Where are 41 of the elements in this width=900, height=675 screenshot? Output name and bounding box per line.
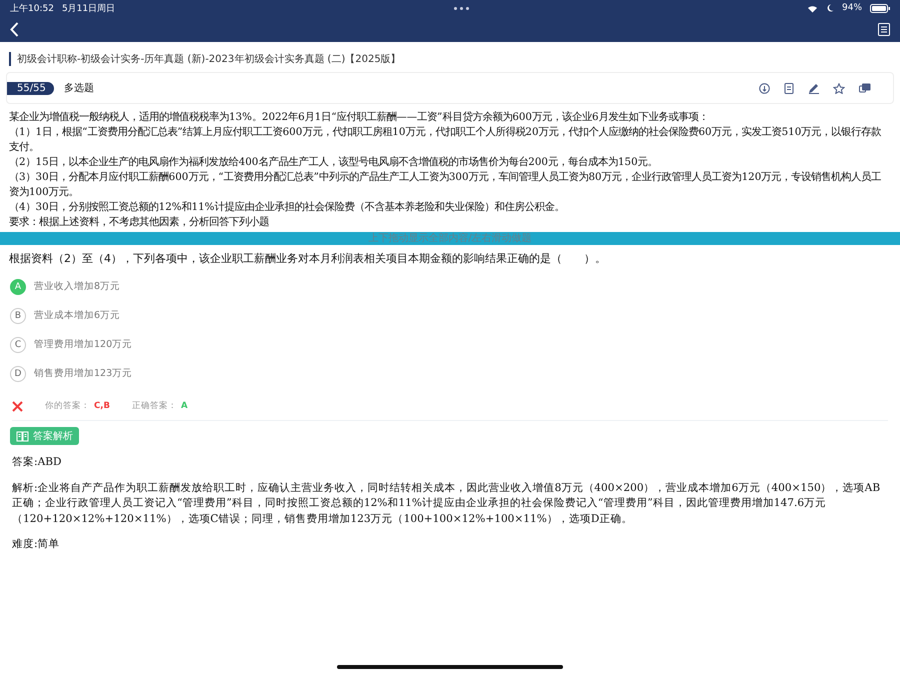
option-letter[interactable]: B (10, 308, 26, 324)
moon-icon (826, 4, 834, 12)
material-paragraph: （2）15日，以本企业生产的电风扇作为福利发放给400名产品生产工人，该型号电风扇不含增值税的市场售价为每台200元，每台成本为150元。 (9, 155, 659, 170)
material-paragraph: （1）1日，根据“工资费用分配汇总表”结算上月应付职工工资600万元，代扣职工房租10万元，代扣职工个人所得税20万元，代扣个人应缴纳的社会保险费60万元，实发工资510万元，以银行存款支付。 (9, 125, 882, 155)
option-text[interactable]: 销售费用增加123万元 (34, 367, 132, 380)
your-answer-label: 你的答案： (45, 400, 90, 412)
wifi-icon (807, 4, 818, 12)
back-icon[interactable] (10, 22, 19, 36)
material-paragraph: （4）30日，分别按照工资总额的12%和11%计提应由企业承担的社会保险费（不含基本养老险和失业保险）和住房公积金。 (9, 200, 566, 215)
correct-answer-value: A (180, 401, 188, 411)
book-icon (16, 430, 29, 442)
document-icon[interactable] (784, 82, 794, 94)
option-text[interactable]: 营业成本增加6万元 (34, 309, 120, 322)
pencil-icon[interactable] (808, 82, 819, 94)
circle-icon[interactable] (759, 82, 770, 94)
battery-icon (870, 4, 890, 12)
drag-hint-bar: 上下拖动显示全部内容/左右滑动做题 (0, 232, 900, 245)
your-answer-value: C,B (94, 401, 110, 411)
option-text[interactable]: 管理费用增加120万元 (34, 338, 132, 351)
difficulty-text: 难度:简单 (12, 537, 61, 552)
progress-badge: 55/55 (7, 82, 54, 94)
battery-percent: 94% (842, 3, 862, 13)
status-time: 上午10:52 (10, 2, 54, 14)
chat-bubble-icon[interactable] (859, 82, 871, 94)
more-dots-icon (454, 6, 469, 10)
status-date: 5月11日周日 (62, 2, 116, 14)
answer-text: 答案:ABD (12, 455, 62, 470)
breadcrumb-title: 初级会计职称-初级会计实务-历年真题 (新)-2023年初级会计实务真题 (二)【2025版】 (9, 52, 891, 66)
correct-answer-label: 正确答案： (132, 400, 177, 412)
question-type: 多选题 (64, 82, 94, 95)
list-sheet-icon[interactable] (878, 22, 890, 36)
option-letter[interactable]: D (10, 366, 26, 382)
material-paragraph: 某企业为增值税一般纳税人，适用的增值税税率为13%。2022年6月1日“应付职工薪酬——工资”科目贷方余额为600万元，该企业6月发生如下业务或事项： (9, 110, 710, 125)
star-icon[interactable] (833, 82, 845, 94)
option-letter[interactable]: C (10, 336, 26, 352)
material-paragraph: （3）30日，分配本月应付职工薪酬600万元，“工资费用分配汇总表”中列示的产品生产工人工资为300万元，车间管理人员工资为80万元，企业行政管理人员工资为120万元，专设销售机构人员工资为100万元。 (9, 170, 882, 200)
material-paragraph: 要求：根据上述资料，不考虑其他因素，分析回答下列小题 (9, 215, 270, 230)
question-text: 根据资料（2）至（4），下列各项中，该企业职工薪酬业务对本月利润表相关项目本期金额的影响结果正确的是（ ）。 (8, 251, 607, 267)
option-text[interactable]: 营业收入增加8万元 (34, 280, 120, 293)
explanation-text: 解析:企业将自产产品作为职工薪酬发放给职工时，应确认主营业务收入，同时结转相关成本，因此营业收入增值8万元（400×200），营业成本增加6万元（400×150），选项AB正确；企业行政管理人员工资记入“管理费用”科目，同时按照工资总额的12%和11%计提应由企业承担的社会保险费记入“管理费用”科目，因此管理费用增加147.6万元（120+120×12%+120×11%），选项C错误；同理，销售费用增加123万元（100+100×12%+100×11%），选项D正确。 (12, 480, 882, 526)
analysis-button[interactable]: 答案解析 (10, 427, 79, 445)
